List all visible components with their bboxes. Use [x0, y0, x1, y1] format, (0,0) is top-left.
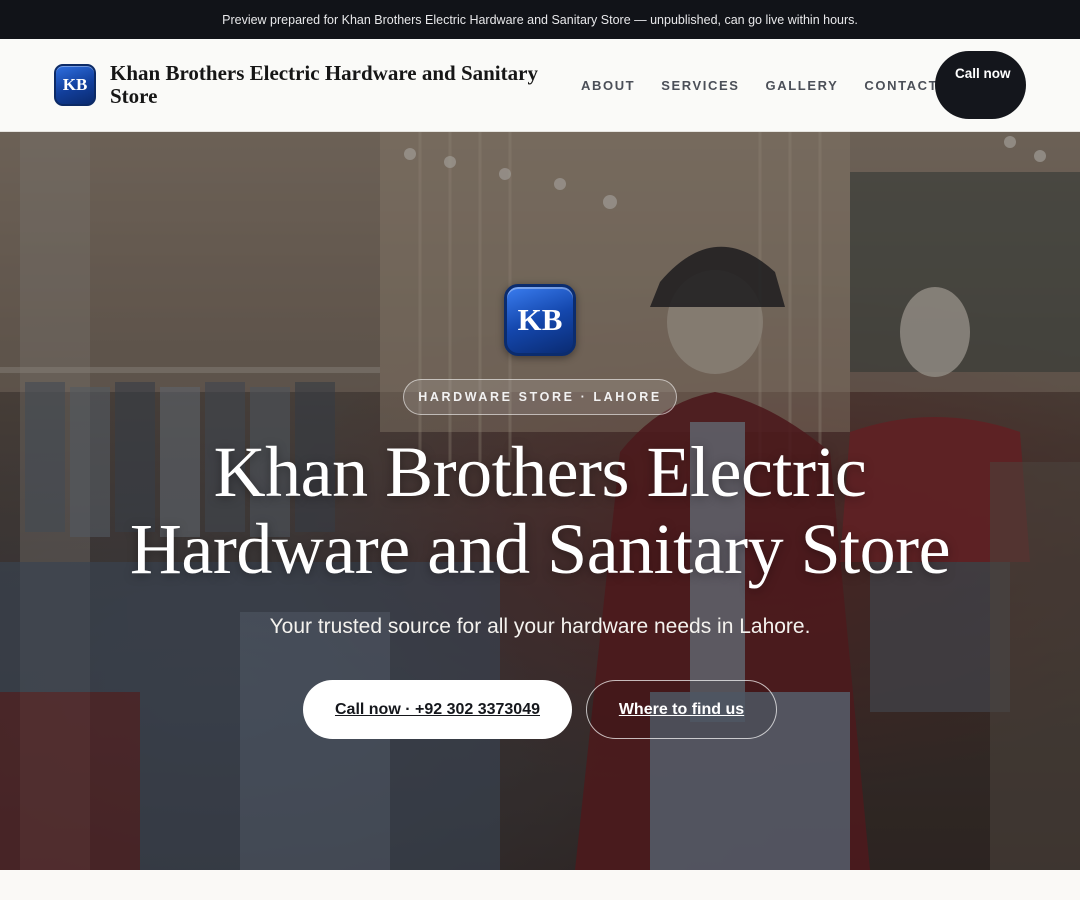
hero-logo: KB	[504, 284, 576, 356]
hero-call-button[interactable]: Call now · +92 302 3373049	[303, 680, 572, 739]
hero-tag-badge: HARDWARE STORE · LAHORE	[403, 379, 677, 415]
brand-name[interactable]: Khan Brothers Electric Hardware and Sani…	[110, 62, 580, 108]
nav-gallery[interactable]: GALLERY	[766, 78, 839, 93]
hero-section: KB HARDWARE STORE · LAHORE Khan Brothers…	[0, 132, 1080, 870]
brand-logo-initials: KB	[62, 75, 88, 94]
preview-banner: Preview prepared for Khan Brothers Elect…	[0, 0, 1080, 39]
nav-about[interactable]: ABOUT	[581, 78, 635, 93]
header-call-button[interactable]: Call now	[935, 51, 1026, 119]
preview-banner-text: Preview prepared for Khan Brothers Elect…	[222, 12, 858, 27]
hero-subtitle: Your trusted source for all your hardwar…	[269, 615, 811, 638]
hero-content: KB HARDWARE STORE · LAHORE Khan Brothers…	[0, 132, 1080, 870]
brand-logo[interactable]: KB	[54, 64, 96, 106]
next-section-edge	[0, 870, 1080, 900]
hero-logo-initials: KB	[517, 302, 563, 337]
hero-location-button[interactable]: Where to find us	[586, 680, 777, 739]
main-nav: ABOUT SERVICES GALLERY CONTACT	[581, 39, 938, 132]
hero-title: Khan Brothers Electric Hardware and Sani…	[129, 432, 951, 589]
site-header: KB Khan Brothers Electric Hardware and S…	[0, 39, 1080, 132]
nav-contact[interactable]: CONTACT	[864, 78, 938, 93]
nav-services[interactable]: SERVICES	[661, 78, 739, 93]
